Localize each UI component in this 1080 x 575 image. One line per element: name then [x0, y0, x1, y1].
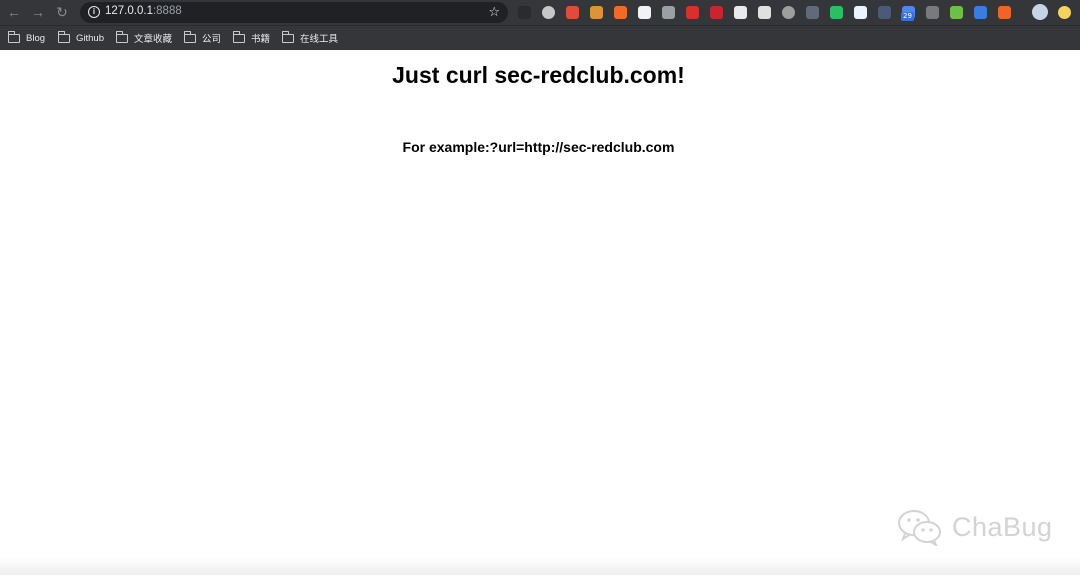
evernote-ext-icon[interactable] — [830, 6, 843, 19]
page-ext-icon[interactable] — [638, 6, 651, 19]
folder-icon — [282, 31, 294, 43]
bookmark-label: Blog — [26, 32, 46, 44]
green-leaf-ext-icon[interactable] — [950, 6, 963, 19]
mask-ext-icon[interactable] — [734, 6, 747, 19]
gear-globe-ext-icon[interactable] — [782, 6, 795, 19]
url-port: :8888 — [152, 5, 182, 17]
chat-ext-icon[interactable] — [758, 6, 771, 19]
wechat-icon — [898, 510, 941, 546]
folder-icon — [8, 31, 20, 43]
forward-icon[interactable]: → — [30, 4, 46, 20]
url-host: 127.0.0.1 — [105, 5, 153, 17]
power-ext-icon[interactable] — [518, 6, 531, 19]
dots-ext-icon[interactable] — [806, 6, 819, 19]
glasses-ext-icon[interactable] — [662, 6, 675, 19]
yellow-circle-ext-icon[interactable] — [1058, 6, 1071, 19]
calendar-badge-count: 29 — [901, 12, 914, 21]
folder-icon — [184, 31, 196, 43]
browser-toolbar: ← → ↻ i 127.0.0.1:8888 ☆ 29 — [0, 0, 1080, 25]
bookmark-label: 书籍 — [251, 34, 271, 45]
bookmark-company[interactable]: 公司 — [184, 30, 221, 46]
orange-x-ext-icon[interactable] — [614, 6, 627, 19]
red-pin-ext-icon[interactable] — [686, 6, 699, 19]
profile-avatar-icon[interactable] — [1032, 4, 1048, 20]
bookmark-label: 在线工具 — [300, 34, 339, 45]
example-text: For example:?url=http://sec-redclub.com — [402, 139, 675, 155]
reload-icon[interactable]: ↻ — [54, 4, 70, 20]
page-content: Just curl sec-redclub.com! For example:?… — [0, 50, 1080, 575]
cookie-ext-icon[interactable] — [590, 6, 603, 19]
watermark-text: ChaBug — [952, 511, 1053, 542]
blue-wing-ext-icon[interactable] — [974, 6, 987, 19]
calendar-badge-ext-icon[interactable]: 29 — [901, 6, 915, 21]
bookmark-blog[interactable]: Blog — [8, 30, 45, 46]
red-square-ext-icon[interactable] — [566, 6, 579, 19]
folder-icon — [58, 31, 70, 43]
folder-icon — [233, 31, 245, 43]
address-bar[interactable]: i 127.0.0.1:8888 ☆ — [80, 2, 508, 23]
bookmark-books[interactable]: 书籍 — [233, 30, 270, 46]
page-headline: Just curl sec-redclub.com! — [392, 62, 685, 88]
bookmark-label: 公司 — [202, 34, 222, 45]
folder-icon — [116, 31, 128, 43]
bottom-shadow — [0, 557, 1080, 575]
bookmark-github[interactable]: Github — [58, 30, 104, 46]
bookmark-label: Github — [76, 32, 104, 44]
diamond-ext-icon[interactable] — [854, 6, 867, 19]
bookmark-articles[interactable]: 文章收藏 — [116, 30, 172, 46]
info-icon[interactable]: i — [88, 6, 100, 18]
record-ext-icon[interactable] — [542, 6, 555, 19]
bookmark-online-tools[interactable]: 在线工具 — [282, 30, 338, 46]
bookmark-label: 文章收藏 — [134, 34, 173, 45]
red-bug-ext-icon[interactable] — [710, 6, 723, 19]
bookmarks-bar: Blog Github 文章收藏 公司 书籍 在线工具 — [0, 25, 1080, 50]
bookmark-star-icon[interactable]: ☆ — [488, 4, 500, 20]
orange-app-ext-icon[interactable] — [998, 6, 1011, 19]
text-ext-icon[interactable] — [878, 6, 891, 19]
back-icon[interactable]: ← — [6, 4, 22, 20]
settings-ext-icon[interactable] — [926, 6, 939, 19]
watermark: ChaBug — [896, 508, 1053, 546]
url-text[interactable]: 127.0.0.1:8888 — [105, 5, 182, 17]
